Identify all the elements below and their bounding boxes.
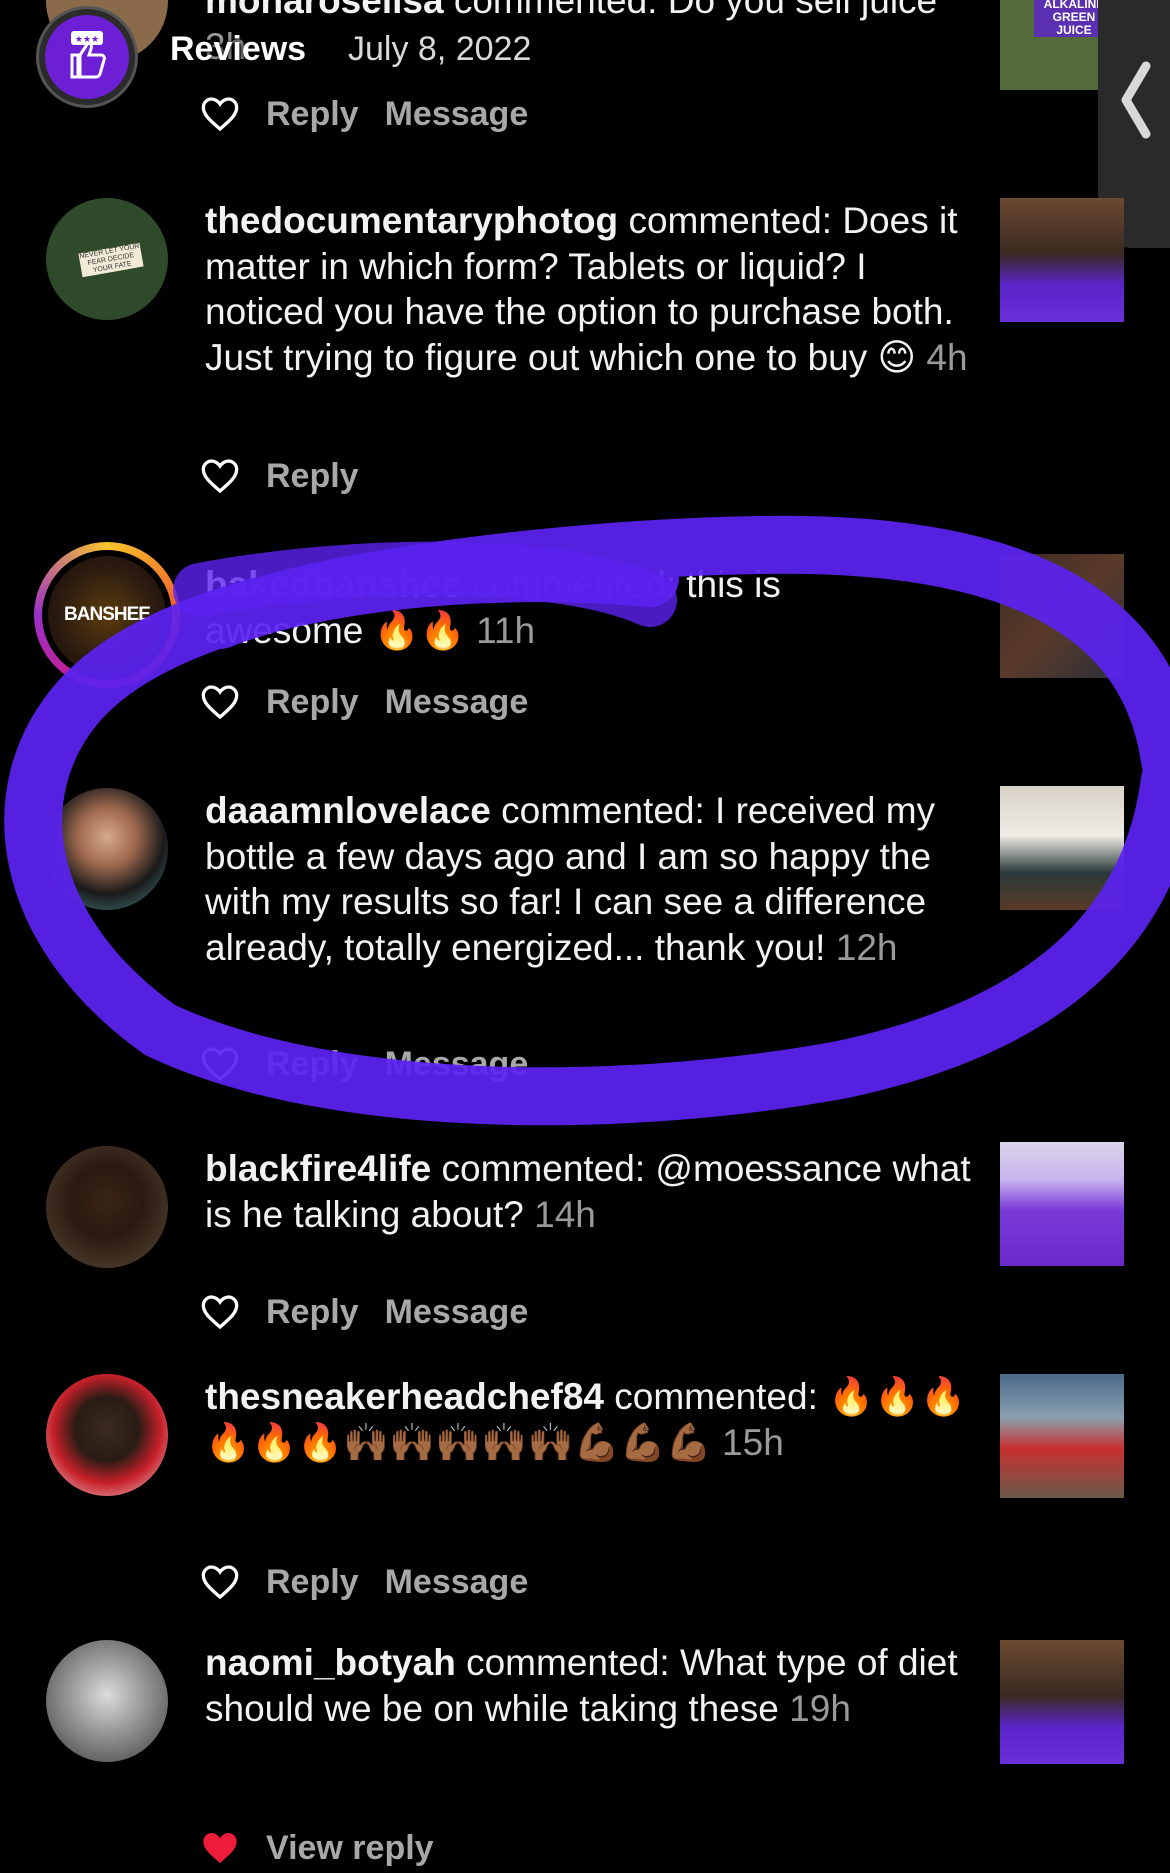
comment-actions: Reply [200, 454, 359, 498]
comment-verb: commented: [501, 790, 705, 831]
reply-button[interactable]: Reply [266, 1563, 359, 1602]
comment-time: 15h [722, 1421, 784, 1463]
post-thumbnail[interactable] [1000, 1374, 1124, 1498]
comment-time: 4h [926, 336, 968, 378]
comment-username[interactable]: bakedbanshee [205, 564, 462, 605]
avatar[interactable] [46, 1374, 168, 1496]
comment-verb: commented: [466, 1642, 670, 1683]
comment-time: 12h [835, 926, 898, 968]
avatar[interactable]: NEVER LET YOUR FEAR DECIDE YOUR FATE [46, 198, 168, 320]
comment-text: daaamnlovelace commented: I received my … [205, 788, 975, 970]
message-button[interactable]: Message [385, 1293, 529, 1332]
comment-username[interactable]: blackfire4life [205, 1148, 431, 1189]
comment-text: thesneakerheadchef84 commented: 🔥🔥🔥🔥🔥🔥🙌🏾… [205, 1374, 975, 1465]
heart-icon[interactable] [200, 1293, 240, 1331]
comment-username[interactable]: thedocumentaryphotog [205, 200, 618, 241]
comment-actions: Reply Message [200, 1042, 528, 1086]
comment-time: 11h [476, 609, 536, 651]
avatar[interactable] [46, 1146, 168, 1268]
reply-button[interactable]: Reply [266, 457, 359, 496]
post-thumbnail[interactable] [1000, 554, 1124, 678]
app-header: ★★★ Reviews July 8, 2022 [0, 0, 1170, 110]
page-title: Reviews [170, 30, 307, 68]
comment-text: thedocumentaryphotog commented: Does it … [205, 198, 975, 380]
comment-username[interactable]: naomi_botyah [205, 1642, 456, 1683]
reply-button[interactable]: Reply [266, 683, 359, 722]
comment-time: 14h [534, 1193, 596, 1235]
reply-button[interactable]: Reply [266, 1045, 359, 1084]
post-thumbnail[interactable] [1000, 1142, 1124, 1266]
avatar[interactable] [46, 788, 168, 910]
heart-filled-icon[interactable] [200, 1829, 240, 1867]
post-thumbnail[interactable] [1000, 786, 1124, 910]
heart-icon[interactable] [200, 1563, 240, 1601]
thumbs-up-icon: ★★★ [45, 15, 129, 99]
avatar-image: BANSHEE [48, 556, 166, 674]
comment-actions: Reply Message [200, 1290, 528, 1334]
comment-text: blackfire4life commented: @moessance wha… [205, 1146, 975, 1237]
reviews-badge[interactable]: ★★★ [36, 6, 138, 108]
post-thumbnail[interactable] [1000, 198, 1124, 322]
page-date: July 8, 2022 [348, 30, 532, 68]
message-button[interactable]: Message [385, 1045, 529, 1084]
avatar[interactable]: BANSHEE [34, 542, 180, 688]
post-thumbnail[interactable] [1000, 1640, 1124, 1764]
comment-verb: commented: [628, 200, 833, 241]
reply-button[interactable]: Reply [266, 1293, 359, 1332]
comment-verb: commented: [472, 564, 676, 605]
avatar[interactable] [46, 1640, 168, 1762]
view-reply-button[interactable]: View reply [266, 1829, 434, 1868]
comment-username[interactable]: thesneakerheadchef84 [205, 1376, 604, 1417]
comment-text: bakedbanshee commented: this is awesome … [205, 562, 845, 653]
avatar-inner: BANSHEE [42, 550, 172, 680]
message-button[interactable]: Message [385, 1563, 529, 1602]
comment-actions: Reply Message [200, 680, 528, 724]
comment-actions: Reply Message [200, 1560, 528, 1604]
comment-username[interactable]: daaamnlovelace [205, 790, 491, 831]
chevron-left-icon[interactable] [1116, 60, 1156, 140]
comment-actions: View reply [200, 1826, 434, 1870]
comment-time: 19h [789, 1687, 851, 1729]
message-button[interactable]: Message [385, 683, 529, 722]
avatar-label: BANSHEE [64, 604, 151, 625]
comment-text: naomi_botyah commented: What type of die… [205, 1640, 975, 1731]
heart-icon[interactable] [200, 457, 240, 495]
heart-icon[interactable] [200, 1045, 240, 1083]
comment-verb: commented: [441, 1148, 646, 1189]
avatar-note: NEVER LET YOUR FEAR DECIDE YOUR FATE [78, 242, 144, 278]
heart-icon[interactable] [200, 683, 240, 721]
comment-verb: commented: [614, 1376, 818, 1417]
